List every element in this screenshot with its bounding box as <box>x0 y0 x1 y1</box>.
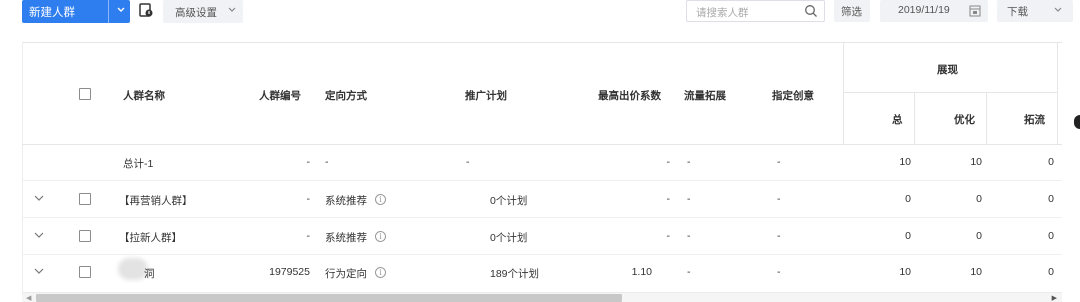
cell-optimized: 10 <box>970 156 982 168</box>
chevron-down-icon <box>228 7 236 12</box>
cell-name[interactable]: 【拉新人群】 <box>119 230 182 245</box>
calendar-icon <box>969 5 981 17</box>
download-label: 下载 <box>1007 6 1028 18</box>
download-button[interactable]: 下载 <box>997 0 1073 22</box>
row-divider <box>22 217 1062 218</box>
header-max-bid[interactable]: 最高出价系数 <box>598 88 661 103</box>
scroll-right-arrow-icon[interactable]: ▶ <box>1052 294 1057 302</box>
search-placeholder: 请搜索人群 <box>696 7 749 19</box>
select-all-checkbox[interactable] <box>79 88 91 100</box>
search-icon[interactable] <box>804 4 818 18</box>
cell-creative: - <box>777 230 781 242</box>
date-value: 2019/11/19 <box>898 4 950 16</box>
advanced-settings-button[interactable]: 高级设置 <box>163 0 243 23</box>
cell-traffic-expand: - <box>687 266 691 278</box>
cell-name: 总计-1 <box>123 158 154 170</box>
cell-creative: - <box>777 266 781 278</box>
cell-creative: - <box>777 193 781 205</box>
date-picker[interactable]: 2019/11/19 <box>880 0 988 22</box>
cell-total: 0 <box>905 230 911 242</box>
scroll-left-arrow-icon[interactable]: ◀ <box>26 294 31 302</box>
cell-traffic-expand: - <box>687 156 691 168</box>
cell-id: 1979525 <box>269 266 310 278</box>
header-expanded[interactable]: 拓流 <box>1024 112 1045 127</box>
cell-targeting: 系统推荐 <box>325 232 367 244</box>
expand-chevron-icon[interactable] <box>33 193 45 203</box>
cell-name[interactable]: 【再营销人群】 <box>119 193 193 208</box>
cell-max-bid: - <box>666 156 671 168</box>
column-divider <box>1057 42 1058 144</box>
header-total[interactable]: 总 <box>892 112 903 127</box>
search-input[interactable]: 请搜索人群 <box>686 0 825 22</box>
advanced-settings-label: 高级设置 <box>175 7 217 19</box>
cell-id: - <box>306 156 311 168</box>
cell-optimized: 10 <box>970 266 982 278</box>
cell-targeting: 系统推荐 <box>325 195 367 207</box>
report-icon[interactable] <box>139 3 153 18</box>
cell-total: 0 <box>905 193 911 205</box>
row-checkbox[interactable] <box>79 266 91 278</box>
table-header-divider <box>22 144 1062 145</box>
header-name[interactable]: 人群名称 <box>123 88 165 103</box>
column-divider <box>843 42 844 144</box>
filter-button[interactable]: 筛选 <box>834 0 870 22</box>
row-checkbox[interactable] <box>79 193 91 205</box>
new-group-label: 新建人群 <box>29 7 75 19</box>
header-targeting[interactable]: 定向方式 <box>325 88 367 103</box>
cell-plan[interactable]: 189个计划 <box>490 266 539 281</box>
cell-plan[interactable]: 0个计划 <box>490 230 527 245</box>
cell-plan[interactable]: 0个计划 <box>490 193 527 208</box>
cell-expanded: 0 <box>1048 156 1054 168</box>
expand-chevron-icon[interactable] <box>33 230 45 240</box>
expand-chevron-icon[interactable] <box>33 266 45 276</box>
cell-max-bid: - <box>666 230 671 242</box>
row-divider <box>22 180 1062 181</box>
cell-targeting: - <box>325 156 329 168</box>
cell-total: 10 <box>899 156 911 168</box>
cell-traffic-expand: - <box>687 230 691 242</box>
cell-id: - <box>306 230 311 242</box>
cell-expanded: 0 <box>1048 193 1054 205</box>
table-border <box>22 42 23 302</box>
header-creative[interactable]: 指定创意 <box>772 88 814 103</box>
cell-optimized: 0 <box>976 193 982 205</box>
new-group-button[interactable]: 新建人群 <box>22 0 130 23</box>
header-traffic-expand[interactable]: 流量拓展 <box>684 88 726 103</box>
column-divider <box>914 92 915 144</box>
cell-expanded: 0 <box>1048 230 1054 242</box>
split-divider <box>108 0 109 23</box>
cell-targeting: 行为定向 <box>325 268 367 280</box>
filter-label: 筛选 <box>841 6 862 18</box>
info-icon[interactable]: i <box>375 231 386 242</box>
scrollbar-thumb[interactable] <box>36 294 622 302</box>
cell-plan: - <box>466 156 470 168</box>
cell-traffic-expand: - <box>687 193 691 205</box>
row-checkbox[interactable] <box>79 230 91 242</box>
scroll-right-handle[interactable] <box>1074 115 1080 129</box>
info-icon[interactable]: i <box>375 267 386 278</box>
cell-optimized: 0 <box>976 230 982 242</box>
row-divider <box>22 254 1062 255</box>
cell-name[interactable]: 洞 <box>144 266 155 281</box>
column-group-divider <box>843 92 1057 93</box>
header-optimized[interactable]: 优化 <box>954 112 975 127</box>
info-icon[interactable]: i <box>375 194 386 205</box>
horizontal-scrollbar[interactable]: ◀ ▶ <box>22 292 1062 302</box>
table-border <box>22 42 1062 43</box>
toolbar: 新建人群 高级设置 请搜索人群 筛选 2019/11/19 下载 <box>0 0 1080 24</box>
cell-expanded: 0 <box>1048 266 1054 278</box>
chevron-down-icon <box>1054 7 1062 12</box>
cell-creative: - <box>777 156 781 168</box>
cell-max-bid: 1.10 <box>631 266 652 278</box>
cell-max-bid: - <box>666 193 671 205</box>
header-impressions-group: 展现 <box>937 64 958 76</box>
header-plan[interactable]: 推广计划 <box>465 88 507 103</box>
header-id[interactable]: 人群编号 <box>259 88 301 103</box>
chevron-down-icon[interactable] <box>115 3 127 17</box>
cell-id: - <box>306 193 311 205</box>
cell-total: 10 <box>899 266 911 278</box>
column-divider <box>986 92 987 144</box>
